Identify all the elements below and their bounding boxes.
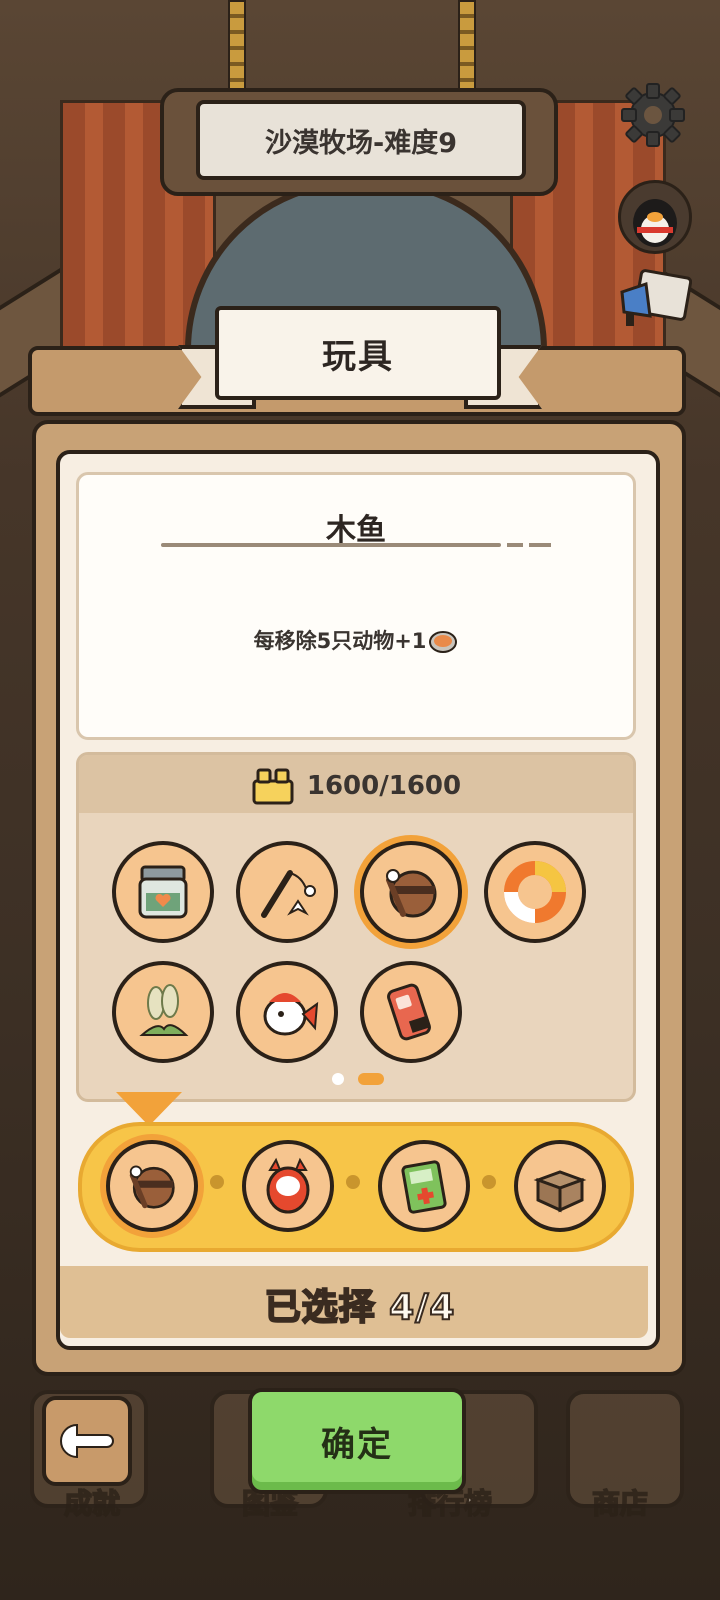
item-description: 每移除5只动物+1: [79, 625, 633, 655]
toy-goldfish[interactable]: [236, 961, 338, 1063]
cat-doll-icon: [266, 1157, 310, 1214]
nav-shop[interactable]: 商店: [550, 1482, 690, 1522]
sign-chain-right: [458, 0, 476, 94]
currency-count: 1600/1600: [306, 771, 462, 801]
first-aid-box-icon: [401, 1160, 447, 1214]
toy-dog-tail-grass[interactable]: [112, 961, 214, 1063]
back-button[interactable]: [42, 1396, 132, 1486]
panel-title: 玩具: [215, 306, 501, 400]
toy-cat-teaser[interactable]: [236, 841, 338, 943]
slot-connector: [346, 1175, 360, 1189]
divider-dash: [529, 543, 551, 547]
wooden-fish-icon: [129, 1165, 175, 1209]
slot-connector: [210, 1175, 224, 1189]
sign-chain-left: [228, 0, 246, 94]
selected-slot-cardboard-box[interactable]: [514, 1140, 606, 1232]
page-dot-2-active[interactable]: [358, 1073, 384, 1085]
page-dot-1[interactable]: [332, 1073, 344, 1085]
wooden-fish-icon: [386, 869, 437, 918]
toy-fish-jar[interactable]: [112, 841, 214, 943]
divider-dash: [507, 543, 523, 547]
gear-icon[interactable]: [618, 80, 688, 150]
donut-ring-icon: [504, 861, 566, 923]
megaphone-icon[interactable]: [616, 268, 692, 334]
slot-connector: [482, 1175, 496, 1189]
toy-donut-ring[interactable]: [484, 841, 586, 943]
selected-slot-first-aid-box[interactable]: [378, 1140, 470, 1232]
brick-currency-icon: [252, 768, 294, 805]
selection-pointer: [116, 1092, 182, 1126]
selected-count-text: 已选择 4/4: [264, 1286, 456, 1329]
nav-achievements[interactable]: 成就: [22, 1482, 162, 1522]
grass-icon: [139, 984, 189, 1036]
back-arrow-icon: [59, 1423, 114, 1459]
selected-slot-cat-doll[interactable]: [242, 1140, 334, 1232]
grid-header: 1600/1600: [79, 755, 633, 813]
fish-can-icon: [429, 631, 458, 653]
penguin-avatar-icon[interactable]: [618, 180, 692, 254]
toy-phone-device[interactable]: [360, 961, 462, 1063]
phone-device-icon: [387, 983, 431, 1041]
goldfish-icon: [263, 993, 319, 1036]
item-detail-card: 木鱼 每移除5只动物+1: [76, 472, 636, 740]
item-description-text: 每移除5只动物+1: [253, 629, 427, 653]
confirm-button[interactable]: 确定: [248, 1388, 466, 1494]
divider: [161, 543, 501, 547]
level-title: 沙漠牧场-难度9: [196, 100, 526, 180]
fish-jar-icon: [138, 865, 188, 919]
cat-teaser-icon: [261, 870, 316, 918]
selected-slot-wooden-fish[interactable]: [106, 1140, 198, 1232]
toy-wooden-fish[interactable]: [360, 841, 462, 943]
toy-selection-grid: 1600/1600: [76, 752, 636, 1102]
cardboard-box-icon: [533, 1170, 587, 1213]
